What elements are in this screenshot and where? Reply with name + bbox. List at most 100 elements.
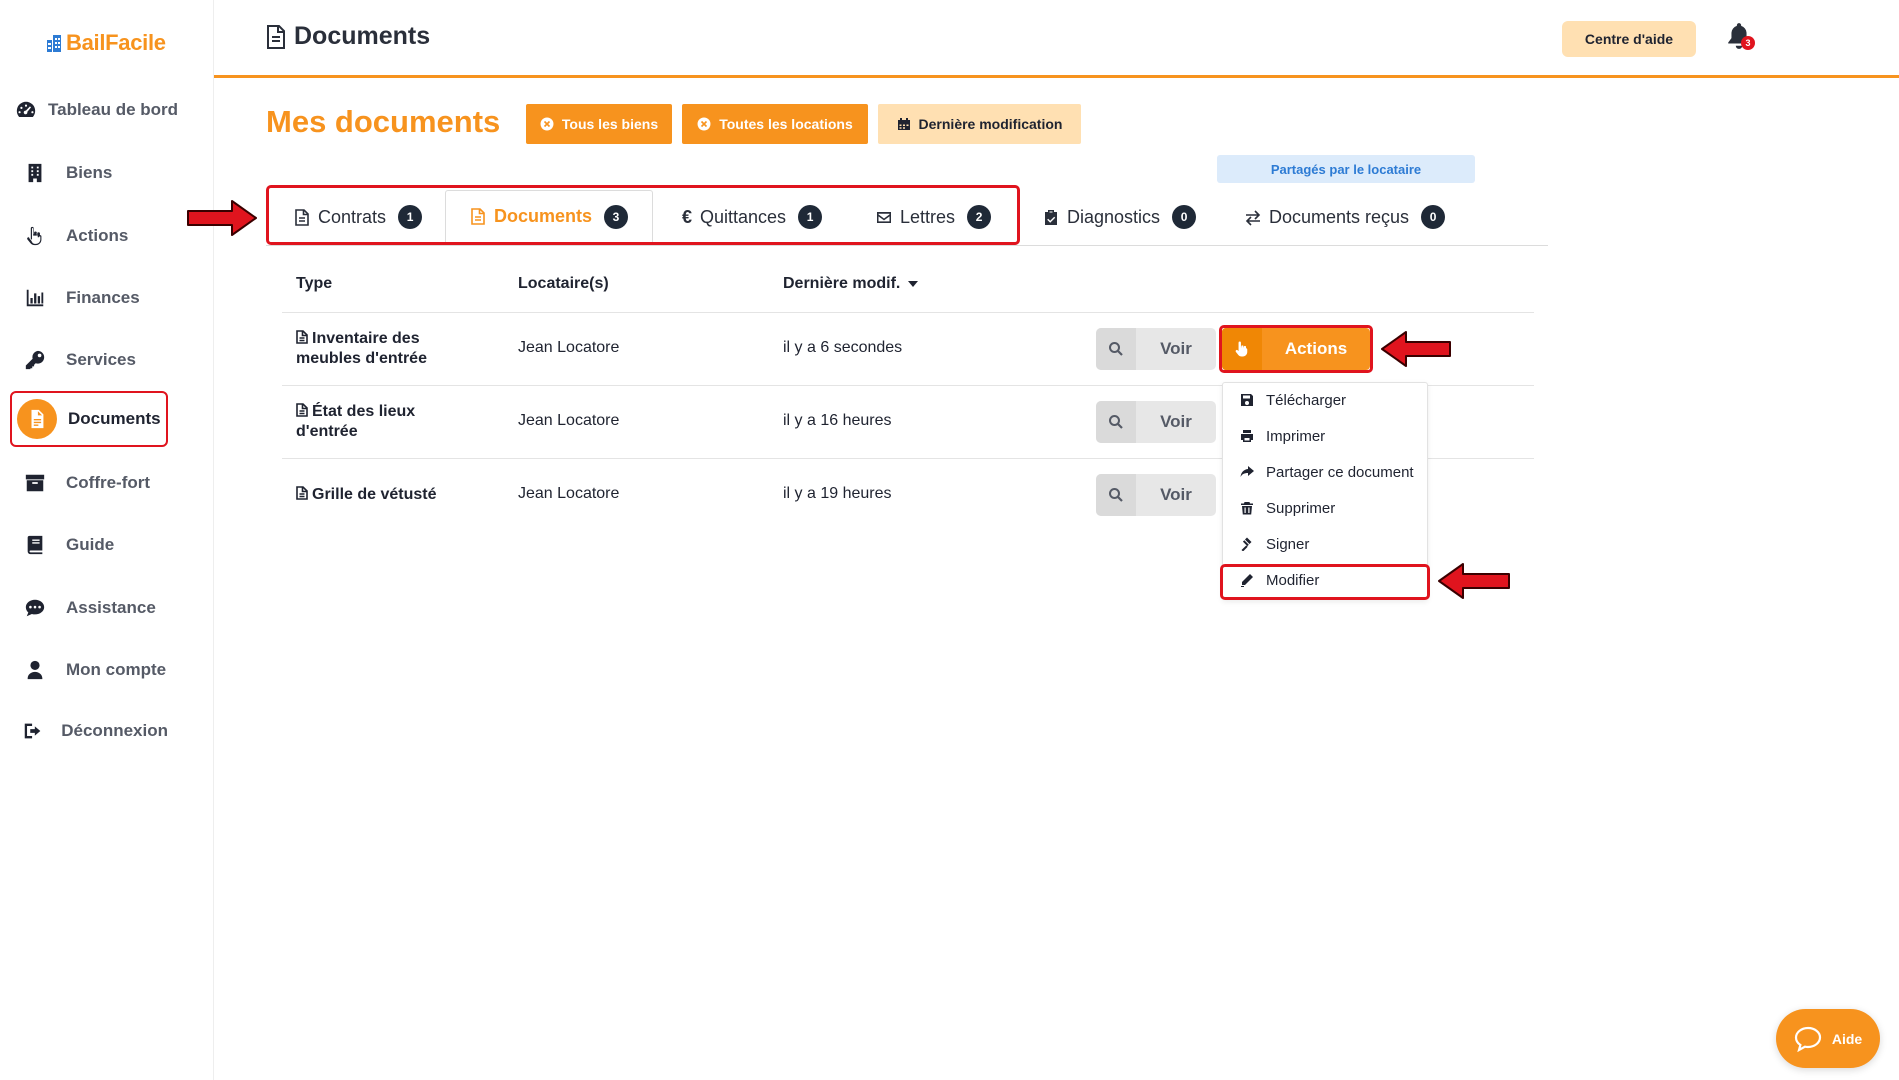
menu-item-signer[interactable]: Signer — [1223, 527, 1427, 561]
key-icon — [15, 340, 55, 380]
table-row-modified: il y a 6 secondes — [783, 339, 903, 356]
tab-label: Documents reçus — [1269, 206, 1410, 227]
filter-tous-les-biens[interactable]: Tous les biens — [526, 104, 672, 144]
shared-by-tenant-label: Partagés par le locataire — [1217, 155, 1475, 183]
print-icon — [1241, 430, 1253, 442]
caret-down-icon — [908, 281, 919, 287]
menu-item-modifier[interactable]: Modifier — [1223, 563, 1427, 597]
sidebar-item-guide[interactable]: Guide — [10, 517, 168, 573]
menu-item-partager[interactable]: Partager ce document — [1223, 455, 1427, 489]
sidebar-label: Biens — [66, 163, 113, 182]
archive-icon — [15, 463, 55, 503]
table-row-type: Inventaire des meubles d'entrée — [296, 330, 427, 367]
tab-count-badge: 1 — [798, 205, 823, 229]
app-name: BailFacile — [66, 30, 166, 55]
file-icon — [295, 208, 309, 226]
annotation-arrow-icon — [1438, 563, 1510, 599]
tab-lettres[interactable]: Lettres 2 — [876, 190, 992, 244]
chat-bubble-icon — [1794, 1026, 1821, 1052]
sidebar-item-tableau-de-bord[interactable]: Tableau de bord — [10, 82, 178, 138]
chat-icon — [15, 588, 55, 628]
tab-quittances[interactable]: € Quittances 1 — [682, 190, 823, 244]
building-logo-icon — [47, 35, 61, 52]
help-center-button[interactable]: Centre d'aide — [1562, 21, 1696, 57]
column-header-modified[interactable]: Dernière modif. — [783, 275, 919, 293]
table-row-type: État des lieux d'entrée — [296, 403, 416, 440]
view-label: Voir — [1160, 485, 1192, 504]
app-logo[interactable]: BailFacile — [46, 28, 166, 58]
file-icon — [296, 330, 308, 344]
view-button[interactable]: Voir — [1096, 401, 1216, 443]
times-circle-icon — [697, 117, 711, 131]
tab-label: Quittances — [700, 206, 787, 227]
main-title: Mes documents — [266, 104, 501, 139]
filter-toutes-les-locations[interactable]: Toutes les locations — [682, 104, 868, 144]
sidebar: BailFacile Tableau de bord Biens Actions… — [0, 0, 214, 1080]
menu-item-telecharger[interactable]: Télécharger — [1223, 383, 1427, 417]
sidebar-item-assistance[interactable]: Assistance — [10, 580, 168, 636]
tab-contrats[interactable]: Contrats 1 — [294, 190, 423, 244]
sidebar-label: Finances — [66, 288, 140, 307]
tab-label: Documents — [494, 206, 593, 226]
sidebar-item-mon-compte[interactable]: Mon compte — [10, 642, 168, 698]
sidebar-item-finances[interactable]: Finances — [10, 270, 168, 326]
sidebar-item-documents[interactable]: Documents — [10, 391, 168, 447]
tab-documents-recus[interactable]: Documents reçus 0 — [1245, 190, 1446, 244]
building-icon — [15, 153, 55, 193]
annotation-arrow-icon — [1381, 331, 1451, 367]
exchange-icon — [1245, 209, 1261, 226]
search-icon — [1096, 401, 1136, 443]
sidebar-label: Documents — [68, 409, 161, 428]
sidebar-item-biens[interactable]: Biens — [10, 145, 168, 201]
table-row-tenant: Jean Locatore — [518, 339, 620, 356]
filter-derniere-modification[interactable]: Dernière modification — [878, 104, 1081, 144]
sidebar-item-services[interactable]: Services — [10, 332, 168, 388]
sidebar-item-actions[interactable]: Actions — [10, 208, 168, 264]
tabs-divider — [266, 245, 1548, 246]
search-icon — [1096, 328, 1136, 370]
sidebar-label: Mon compte — [66, 660, 167, 679]
sidebar-item-coffre-fort[interactable]: Coffre-fort — [10, 455, 168, 511]
sidebar-label: Assistance — [66, 598, 156, 617]
table-divider — [282, 312, 1534, 313]
view-label: Voir — [1160, 339, 1192, 358]
filter-label: Toutes les locations — [719, 116, 853, 132]
gavel-icon — [1241, 537, 1252, 551]
actions-label: Actions — [1284, 339, 1348, 358]
bar-chart-icon — [15, 278, 55, 318]
trash-icon — [1241, 502, 1253, 515]
file-icon — [296, 486, 308, 500]
help-widget-label: Aide — [1831, 1030, 1863, 1047]
table-row-modified: il y a 16 heures — [783, 412, 892, 429]
tab-label: Lettres — [900, 206, 956, 227]
annotation-arrow-icon — [187, 200, 257, 236]
notifications-button[interactable]: 3 — [1726, 22, 1756, 54]
table-row-type: Grille de vétusté — [296, 485, 496, 505]
user-icon — [15, 650, 55, 690]
sidebar-label: Services — [66, 350, 136, 369]
page-title: Documents — [266, 22, 430, 51]
sidebar-item-deconnexion[interactable]: Déconnexion — [10, 703, 168, 759]
pencil-icon — [1241, 574, 1253, 587]
help-widget-button[interactable]: Aide — [1776, 1009, 1880, 1068]
sidebar-label: Guide — [66, 535, 115, 554]
tab-documents[interactable]: Documents 3 — [445, 190, 654, 244]
calendar-icon — [897, 118, 910, 130]
view-button[interactable]: Voir — [1096, 474, 1216, 516]
hand-pointer-icon — [15, 216, 55, 256]
page-title-text: Documents — [294, 22, 431, 50]
tab-count-badge: 0 — [1172, 205, 1197, 229]
tab-count-badge: 2 — [967, 205, 992, 229]
tab-diagnostics[interactable]: Diagnostics 0 — [1043, 190, 1197, 244]
menu-item-imprimer[interactable]: Imprimer — [1223, 419, 1427, 453]
view-label: Voir — [1160, 412, 1192, 431]
clipboard-check-icon — [1045, 209, 1057, 225]
menu-item-supprimer[interactable]: Supprimer — [1223, 491, 1427, 525]
search-icon — [1096, 474, 1136, 516]
actions-button[interactable]: Actions — [1222, 328, 1370, 370]
view-button[interactable]: Voir — [1096, 328, 1216, 370]
file-icon — [471, 208, 485, 225]
tab-label: Contrats — [318, 206, 387, 227]
sidebar-label: Actions — [66, 226, 129, 245]
file-icon — [296, 403, 308, 417]
